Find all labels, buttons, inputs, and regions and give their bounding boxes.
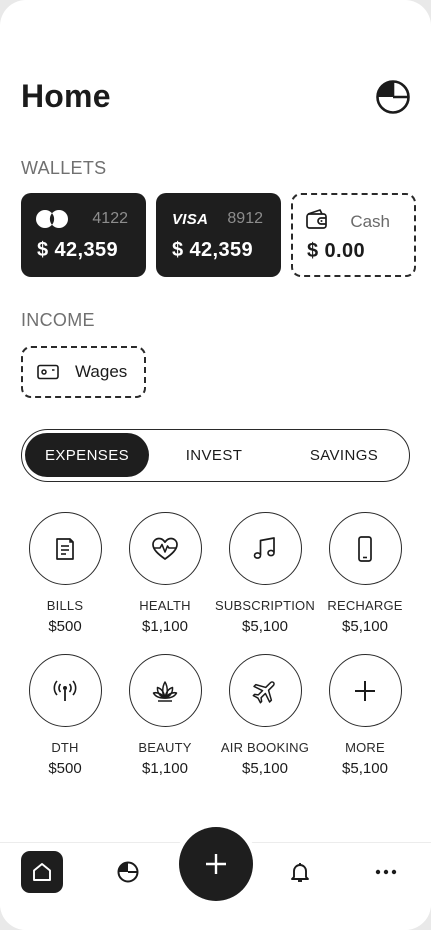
- visa-logo: VISA: [170, 209, 208, 229]
- category-icon-circle: [228, 654, 302, 727]
- app-screen: Home WALLETS 4122 $ 42,359 VISA 8912 $ 4…: [0, 0, 431, 930]
- pie-chart-icon: [376, 80, 410, 114]
- category-name: RECHARGE: [327, 598, 403, 613]
- category-name: AIR BOOKING: [220, 740, 310, 755]
- category-dth[interactable]: DTH $500: [15, 654, 115, 777]
- more-icon: [375, 869, 397, 875]
- wallet-card-mastercard[interactable]: 4122 $ 42,359: [21, 193, 146, 277]
- home-icon: [33, 863, 51, 881]
- category-icon-circle: [328, 512, 402, 585]
- tab-expenses[interactable]: EXPENSES: [25, 433, 149, 477]
- wallet-icon: [305, 209, 329, 229]
- nav-more[interactable]: [365, 851, 407, 893]
- category-icon-circle: [228, 512, 302, 585]
- wallet-card-cash[interactable]: Cash $ 0.00: [291, 193, 416, 277]
- add-icon: [206, 854, 226, 874]
- lotus-icon: [152, 680, 178, 702]
- category-value: $1,100: [142, 760, 188, 777]
- visa-logo-text: VISA: [172, 210, 209, 228]
- add-transaction-button[interactable]: [179, 827, 253, 901]
- category-name: SUBSCRIPTION: [215, 598, 315, 613]
- bell-icon: [291, 863, 309, 882]
- category-name: BEAUTY: [138, 740, 192, 755]
- category-beauty[interactable]: BEAUTY $1,100: [115, 654, 215, 777]
- wallet-balance: $ 0.00: [307, 240, 366, 262]
- category-name: HEALTH: [139, 598, 191, 613]
- antenna-icon: [53, 679, 77, 701]
- category-value: $5,100: [342, 760, 388, 777]
- income-section-label: INCOME: [21, 310, 95, 330]
- page-title: Home: [21, 78, 111, 114]
- category-icon-circle: [128, 654, 202, 727]
- tab-savings[interactable]: SAVINGS: [284, 433, 404, 477]
- cash-note-icon: [37, 364, 59, 380]
- nav-analytics[interactable]: [107, 851, 149, 893]
- smartphone-icon: [358, 535, 372, 562]
- income-wages-chip[interactable]: Wages: [21, 346, 146, 398]
- income-label: Wages: [75, 362, 128, 381]
- wallet-name: Cash: [350, 212, 390, 231]
- category-air-booking[interactable]: AIR BOOKING $5,100: [215, 654, 315, 777]
- heart-pulse-icon: [152, 537, 178, 560]
- category-icon-circle: [28, 654, 102, 727]
- card-balance: $ 42,359: [172, 239, 254, 261]
- card-balance: $ 42,359: [37, 239, 119, 261]
- category-value: $5,100: [242, 760, 288, 777]
- category-name: BILLS: [46, 598, 84, 613]
- analytics-button[interactable]: [374, 78, 412, 116]
- category-recharge[interactable]: RECHARGE $5,100: [315, 512, 415, 635]
- category-icon-circle: [128, 512, 202, 585]
- category-icon-circle: [28, 512, 102, 585]
- plus-icon: [355, 680, 375, 701]
- category-more[interactable]: MORE $5,100: [315, 654, 415, 777]
- category-value: $5,100: [342, 618, 388, 635]
- wallets-section-label: WALLETS: [21, 158, 107, 178]
- category-value: $500: [48, 618, 82, 635]
- category-name: MORE: [345, 740, 385, 755]
- category-value: $5,100: [242, 618, 288, 635]
- pie-chart-icon: [117, 861, 139, 883]
- nav-home[interactable]: [21, 851, 63, 893]
- category-bills[interactable]: BILLS $500: [15, 512, 115, 635]
- tab-invest[interactable]: INVEST: [154, 433, 274, 477]
- category-health[interactable]: HEALTH $1,100: [115, 512, 215, 635]
- category-tabs: EXPENSES INVEST SAVINGS: [21, 429, 410, 482]
- music-note-icon: [253, 536, 275, 559]
- category-value: $500: [48, 760, 82, 777]
- category-value: $1,100: [142, 618, 188, 635]
- category-subscription[interactable]: SUBSCRIPTION $5,100: [215, 512, 315, 635]
- mastercard-logo: [35, 209, 71, 229]
- category-name: DTH: [51, 740, 79, 755]
- receipt-icon: [56, 537, 74, 560]
- card-last-digits: 8912: [227, 210, 263, 227]
- category-icon-circle: [328, 654, 402, 727]
- nav-notifications[interactable]: [279, 851, 321, 893]
- airplane-icon: [252, 680, 275, 703]
- card-last-digits: 4122: [92, 210, 128, 227]
- wallet-card-visa[interactable]: VISA 8912 $ 42,359: [156, 193, 281, 277]
